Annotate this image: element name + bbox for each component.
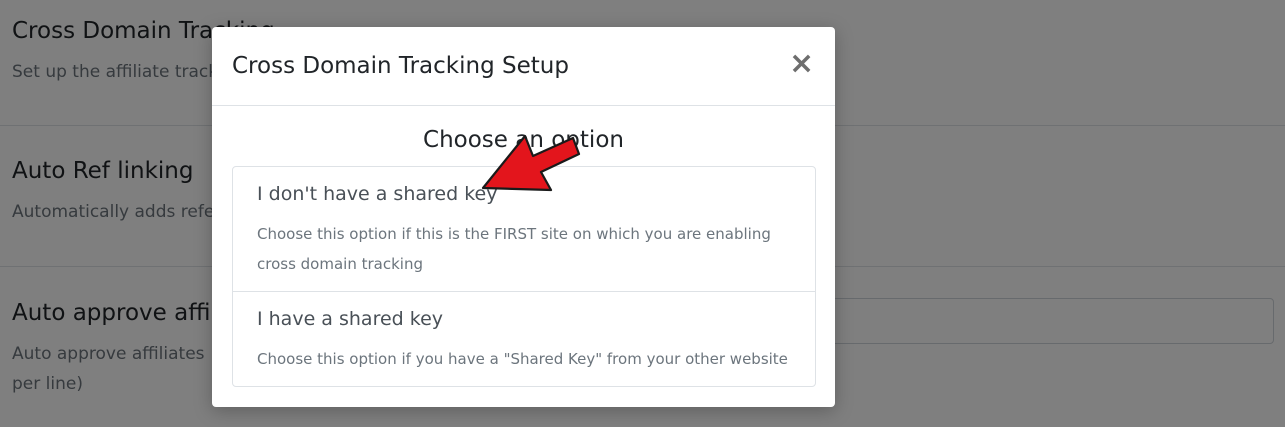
option-have-shared-key[interactable]: I have a shared key Choose this option i… <box>233 292 815 386</box>
modal-title: Cross Domain Tracking Setup <box>232 53 569 79</box>
close-icon[interactable]: × <box>789 49 814 79</box>
arrow-pointer-icon <box>481 134 581 192</box>
option-description: Choose this option if you have a "Shared… <box>257 350 788 368</box>
cross-domain-setup-modal: Cross Domain Tracking Setup × Choose an … <box>212 27 835 407</box>
arrow-shape <box>481 134 581 192</box>
option-title: I don't have a shared key <box>257 183 498 205</box>
modal-header: Cross Domain Tracking Setup × <box>212 27 835 106</box>
settings-page: Cross Domain Tracking Set up the affilia… <box>0 0 1285 427</box>
option-title: I have a shared key <box>257 308 444 330</box>
option-description: Choose this option if this is the FIRST … <box>257 225 771 273</box>
